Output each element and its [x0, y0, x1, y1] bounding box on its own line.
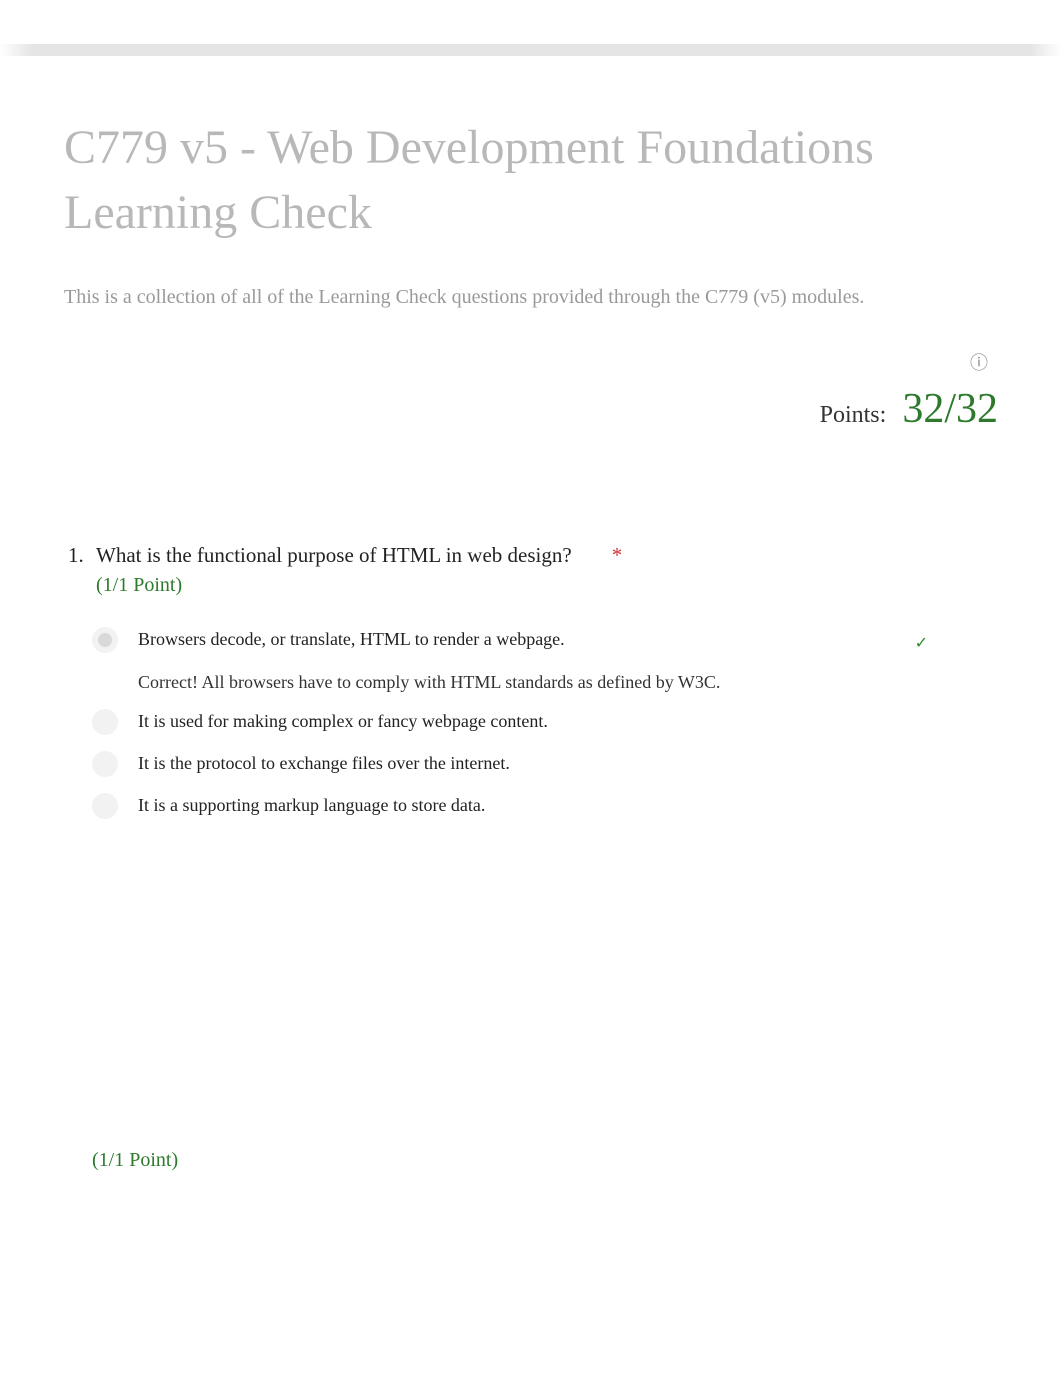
option-body: Browsers decode, or translate, HTML to r…	[138, 629, 998, 693]
radio-icon[interactable]	[92, 793, 118, 819]
page-title: C779 v5 - Web Development Foundations Le…	[64, 116, 998, 246]
option-2[interactable]: It is used for making complex or fancy w…	[92, 711, 998, 735]
question-points: (1/1 Point)	[96, 574, 998, 597]
option-1[interactable]: Browsers decode, or translate, HTML to r…	[92, 629, 998, 693]
option-body: It is the protocol to exchange files ove…	[138, 753, 998, 774]
radio-icon[interactable]	[92, 751, 118, 777]
info-row: ⓘ	[64, 349, 998, 375]
top-bar	[0, 0, 1062, 44]
radio-icon[interactable]	[92, 627, 118, 653]
option-body: It is a supporting markup language to st…	[138, 795, 998, 816]
option-body: It is used for making complex or fancy w…	[138, 711, 998, 732]
points-value: 32/32	[902, 385, 998, 433]
option-3[interactable]: It is the protocol to exchange files ove…	[92, 753, 998, 777]
question-number: 1.	[68, 543, 88, 568]
question-2-points: (1/1 Point)	[92, 1149, 998, 1172]
option-text: It is a supporting markup language to st…	[138, 795, 998, 816]
options-list: Browsers decode, or translate, HTML to r…	[92, 629, 998, 819]
radio-icon[interactable]	[92, 709, 118, 735]
option-text: It is used for making complex or fancy w…	[138, 711, 998, 732]
check-icon: ✓	[915, 633, 928, 653]
main-content: C779 v5 - Web Development Foundations Le…	[0, 56, 1062, 1172]
info-icon[interactable]: ⓘ	[970, 349, 988, 375]
points-label: Points:	[820, 402, 887, 429]
question-header: 1. What is the functional purpose of HTM…	[68, 543, 998, 568]
option-feedback: Correct! All browsers have to comply wit…	[138, 672, 998, 693]
question-1: 1. What is the functional purpose of HTM…	[68, 543, 998, 819]
option-4[interactable]: It is a supporting markup language to st…	[92, 795, 998, 819]
accent-strip	[0, 44, 1062, 56]
page-description: This is a collection of all of the Learn…	[64, 286, 998, 309]
option-text: It is the protocol to exchange files ove…	[138, 753, 998, 774]
question-text: What is the functional purpose of HTML i…	[96, 543, 572, 568]
option-text: Browsers decode, or translate, HTML to r…	[138, 629, 998, 650]
points-summary: Points: 32/32	[64, 385, 998, 433]
required-asterisk: *	[612, 543, 623, 568]
